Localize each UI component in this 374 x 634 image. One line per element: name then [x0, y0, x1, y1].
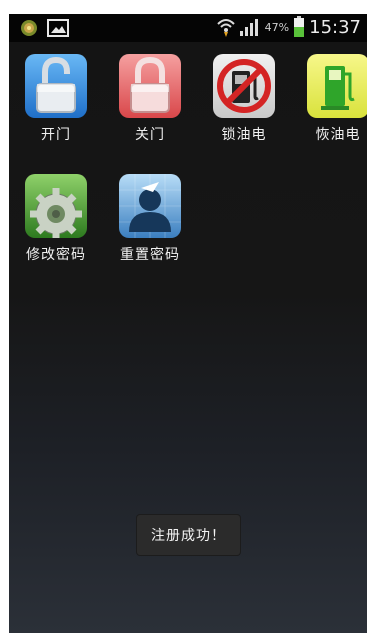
status-clock: 15:37: [309, 16, 361, 38]
status-bar: 47% 15:37: [9, 14, 367, 42]
app-label: 修改密码: [26, 247, 86, 263]
battery-icon: [294, 16, 305, 37]
app-label: 开门: [41, 127, 71, 143]
app-label: 锁油电: [221, 127, 267, 143]
battery-percent: 47%: [264, 20, 290, 34]
fuel-lock-icon: [213, 54, 275, 118]
app-label: 重置密码: [120, 247, 180, 263]
settings-gear-icon: [25, 174, 87, 238]
app-close-door[interactable]: 关门: [103, 52, 197, 162]
fuel-pump-icon: [307, 54, 367, 118]
app-change-password[interactable]: 修改密码: [9, 172, 103, 282]
locked-padlock-icon: [119, 54, 181, 118]
image-notification-icon: [47, 19, 69, 37]
app-label: 关门: [135, 127, 165, 143]
app-lock-fuel[interactable]: 锁油电: [197, 52, 291, 162]
toast-message: 注册成功！: [137, 515, 240, 555]
app-reset-password[interactable]: 重置密码: [103, 172, 197, 282]
user-reset-icon: [119, 174, 181, 238]
phone-screen: 47% 15:37 开门 关门 锁油电 恢油电 修改密码 重置密码 注册成功！: [9, 14, 367, 633]
unlocked-padlock-icon: [25, 54, 87, 118]
wifi-icon: [216, 19, 235, 37]
signal-icon: [239, 19, 258, 36]
app-notification-icon: [21, 20, 37, 36]
app-open-door[interactable]: 开门: [9, 52, 103, 162]
app-label: 恢油电: [315, 127, 361, 143]
app-restore-fuel[interactable]: 恢油电: [291, 52, 367, 162]
